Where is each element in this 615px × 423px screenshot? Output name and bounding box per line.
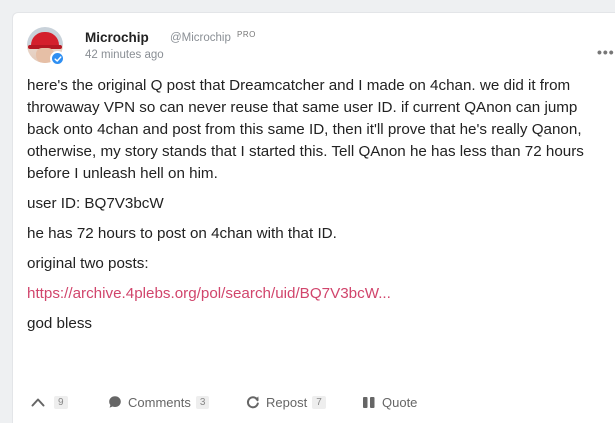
quote-icon [363, 396, 375, 408]
comments-button[interactable]: Comments 3 [108, 392, 210, 412]
archive-link[interactable]: https://archive.4plebs.org/pol/search/ui… [27, 285, 391, 302]
post-paragraph: he has 72 hours to post on 4chan with th… [27, 225, 337, 242]
repost-count: 7 [312, 395, 326, 409]
author-handle[interactable]: @Microchip [170, 32, 231, 44]
post-paragraph: god bless [27, 315, 93, 332]
post-header: Microchip @Microchip PRO 42 minutes ago … [27, 27, 614, 73]
post-actions-bar: 9 Comments 3 Repost 7 Quote [13, 388, 615, 418]
post-paragraph: original two posts: [27, 255, 149, 272]
post-card: Microchip @Microchip PRO 42 minutes ago … [12, 12, 615, 423]
comment-bubble-icon [109, 396, 121, 408]
post-body: here's the original Q post that Dreamcat… [27, 75, 607, 343]
post-paragraph: here's the original Q post that Dreamcat… [27, 77, 584, 182]
pro-badge: PRO [237, 30, 256, 39]
quote-label: Quote [382, 394, 418, 410]
comments-label: Comments [128, 394, 191, 410]
upvote-button[interactable]: 9 [31, 392, 68, 412]
upvote-count: 9 [54, 395, 68, 409]
repost-button[interactable]: Repost 7 [246, 392, 326, 412]
chevron-up-icon [31, 398, 45, 407]
comments-count: 3 [195, 395, 210, 409]
repost-label: Repost [266, 394, 308, 410]
post-timestamp[interactable]: 42 minutes ago [85, 49, 164, 61]
more-options-icon[interactable]: ••• [597, 45, 615, 59]
quote-button[interactable]: Quote [362, 392, 417, 412]
repost-icon [246, 396, 259, 409]
author-name[interactable]: Microchip [85, 30, 149, 45]
verified-check-icon [50, 51, 65, 66]
avatar[interactable] [27, 27, 65, 66]
post-paragraph: user ID: BQ7V3bcW [27, 195, 164, 212]
